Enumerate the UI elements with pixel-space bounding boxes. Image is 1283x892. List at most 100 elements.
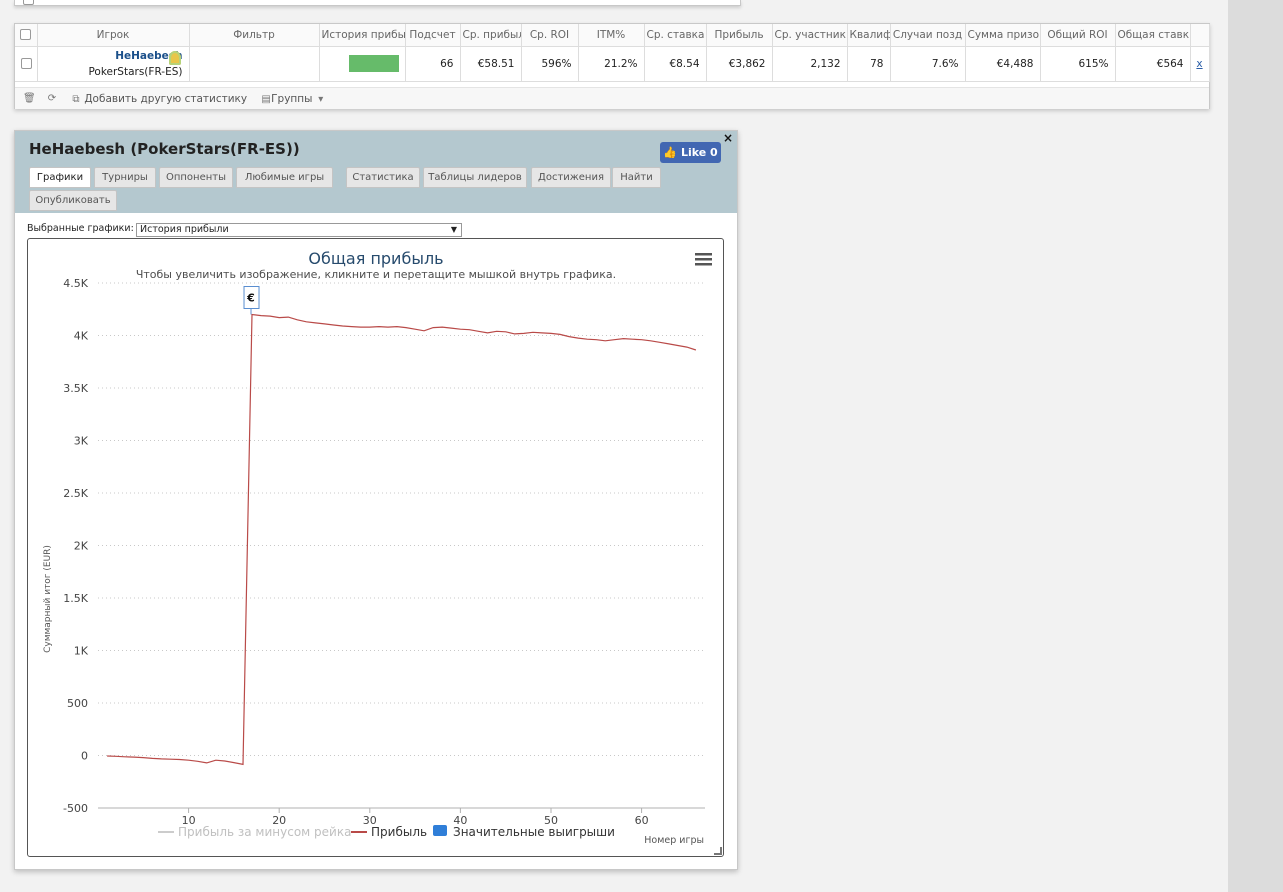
col-header-avg-entrants[interactable]: Ср. участник <box>772 24 848 47</box>
total-stake-cell: €564 <box>1115 46 1191 82</box>
stats-table: Игрок Фильтр История прибы Подсчет Ср. п… <box>15 24 1210 82</box>
count-cell: 66 <box>405 46 461 82</box>
y-tick-label: 3.5K <box>63 382 88 395</box>
series-line-profit <box>107 313 697 766</box>
y-tick-label: 4K <box>74 330 89 343</box>
tab-publish[interactable]: Опубликовать <box>29 190 117 211</box>
add-stat-button[interactable]: ⧉ Добавить другую статистику <box>71 93 247 105</box>
copy-icon: ⧉ <box>72 93 80 105</box>
y-tick-label: 0 <box>81 750 88 763</box>
tooltip-text: € <box>246 292 255 305</box>
total-roi-cell: 615% <box>1040 46 1116 82</box>
col-header-total-stake[interactable]: Общая ставк <box>1115 24 1191 47</box>
legend-swatch <box>433 825 447 836</box>
tab-leaderboards[interactable]: Таблицы лидеров <box>423 167 527 188</box>
table-header-row: Игрок Фильтр История прибы Подсчет Ср. п… <box>15 24 1210 47</box>
avg-profit-cell: €58.51 <box>460 46 522 82</box>
like-label: Like 0 <box>680 146 718 159</box>
resize-handle[interactable] <box>714 847 722 855</box>
menu-icon-bar <box>695 253 712 256</box>
select-all-checkbox[interactable] <box>20 29 32 41</box>
legend-item[interactable]: Значительные выигрыши <box>433 825 615 839</box>
col-header-itm[interactable]: ITM% <box>578 24 645 47</box>
col-header-avg-profit[interactable]: Ср. прибыл <box>460 24 522 47</box>
y-tick-label: 2.5K <box>63 487 88 500</box>
facebook-like-button[interactable]: 👍 Like 0 <box>660 142 721 163</box>
grid-lines <box>98 282 705 809</box>
close-icon[interactable]: × <box>722 132 734 144</box>
col-header-late-cases[interactable]: Случаи позд <box>890 24 966 47</box>
col-header-count[interactable]: Подсчет <box>405 24 461 47</box>
remove-row-link[interactable]: x <box>1196 58 1202 70</box>
remove-cell: x <box>1190 46 1210 82</box>
col-header-avg-stake[interactable]: Ср. ставка <box>644 24 707 47</box>
save-icon: ▤ <box>261 93 271 105</box>
y-tick-label: 1.5K <box>63 592 88 605</box>
tab-tournaments[interactable]: Турниры <box>94 167 156 188</box>
row-checkbox-cell[interactable] <box>15 46 38 82</box>
col-header-prize-sum[interactable]: Сумма призо <box>965 24 1041 47</box>
y-tick-label: 500 <box>67 697 88 710</box>
chart-container[interactable]: Общая прибыль Чтобы увеличить изображени… <box>27 238 724 857</box>
tooltip: € <box>243 286 260 315</box>
col-header-avg-roi[interactable]: Ср. ROI <box>521 24 579 47</box>
col-header-player[interactable]: Игрок <box>37 24 190 47</box>
groups-label: Группы <box>271 92 313 105</box>
table-footer-toolbar: 🗑 ⟳ ⧉ Добавить другую статистику ▤Группы… <box>15 87 1209 109</box>
tab-achievements[interactable]: Достижения <box>531 167 611 188</box>
legend-item[interactable]: Прибыль <box>351 825 427 839</box>
row-checkbox[interactable] <box>21 58 32 69</box>
filter-cell[interactable] <box>189 46 320 82</box>
window-title: HeHaebesh (PokerStars(FR-ES)) <box>29 140 300 158</box>
chart-selector-value: История прибыли <box>140 224 229 235</box>
y-axis-ticks: -500 0 500 1K 1.5K 2K 2.5K 3K 3.5K 4K 4.5K <box>63 277 89 815</box>
chart-title: Общая прибыль <box>308 249 443 268</box>
col-header-profit-history[interactable]: История прибы <box>319 24 406 47</box>
refresh-icon[interactable]: ⟳ <box>47 93 57 104</box>
legend-label: Прибыль <box>371 825 427 839</box>
player-name-link[interactable]: HeHaebesh <box>44 48 182 64</box>
menu-icon-bar <box>695 263 712 266</box>
profit-sparkline[interactable] <box>348 55 399 72</box>
chevron-down-icon: ▾ <box>318 93 324 105</box>
prize-sum-cell: €4,488 <box>965 46 1041 82</box>
stats-panel: Игрок Фильтр История прибы Подсчет Ср. п… <box>14 23 1210 109</box>
profit-chart[interactable]: Общая прибыль Чтобы увеличить изображени… <box>28 239 723 856</box>
col-header-profit[interactable]: Прибыль <box>706 24 773 47</box>
col-header-filter[interactable]: Фильтр <box>189 24 320 47</box>
tab-favorite-games[interactable]: Любимые игры <box>236 167 333 188</box>
chart-legend: Прибыль за минусом рейка Прибыль Значитель… <box>158 825 615 839</box>
tab-opponents[interactable]: Оппоненты <box>159 167 233 188</box>
right-gutter <box>1228 0 1283 892</box>
previous-row-checkbox[interactable] <box>23 0 34 5</box>
award-badge-icon <box>168 50 181 65</box>
itm-cell: 21.2% <box>578 46 645 82</box>
groups-dropdown[interactable]: ▤Группы ▾ <box>261 93 326 105</box>
tab-charts[interactable]: Графики <box>29 167 91 188</box>
late-cases-cell: 7.6% <box>890 46 966 82</box>
profit-cell: €3,862 <box>706 46 773 82</box>
legend-label: Прибыль за минусом рейка <box>178 825 351 839</box>
player-site: PokerStars(FR-ES) <box>88 65 183 78</box>
previous-panel-edge <box>14 0 741 6</box>
col-header-qualif[interactable]: Квалиф <box>847 24 891 47</box>
y-tick-label: 4.5K <box>63 277 88 290</box>
menu-icon[interactable] <box>695 253 712 266</box>
dropdown-arrow-icon: ▼ <box>450 225 457 234</box>
y-tick-label: 2K <box>74 540 89 553</box>
select-all-checkbox-cell[interactable] <box>15 24 38 47</box>
menu-icon-bar <box>695 258 712 261</box>
tab-statistics[interactable]: Статистика <box>346 167 420 188</box>
player-cell: HeHaebesh PokerStars(FR-ES) <box>37 46 190 82</box>
legend-item[interactable]: Прибыль за минусом рейка <box>158 825 351 839</box>
x-tick-label: 60 <box>635 814 649 827</box>
trash-icon[interactable]: 🗑 <box>23 93 36 104</box>
col-header-total-roi[interactable]: Общий ROI <box>1040 24 1116 47</box>
tab-search[interactable]: Найти <box>612 167 661 188</box>
avg-roi-cell: 596% <box>521 46 579 82</box>
y-tick-label: 3K <box>74 435 89 448</box>
x-axis-label: Номер игры <box>644 835 704 846</box>
chart-selector-dropdown[interactable]: История прибыли ▼ <box>136 223 462 237</box>
table-row: HeHaebesh PokerStars(FR-ES) 66 €58.51 59… <box>15 46 1210 82</box>
player-chart-window: HeHaebesh (PokerStars(FR-ES)) × 👍 Like 0… <box>14 130 738 870</box>
